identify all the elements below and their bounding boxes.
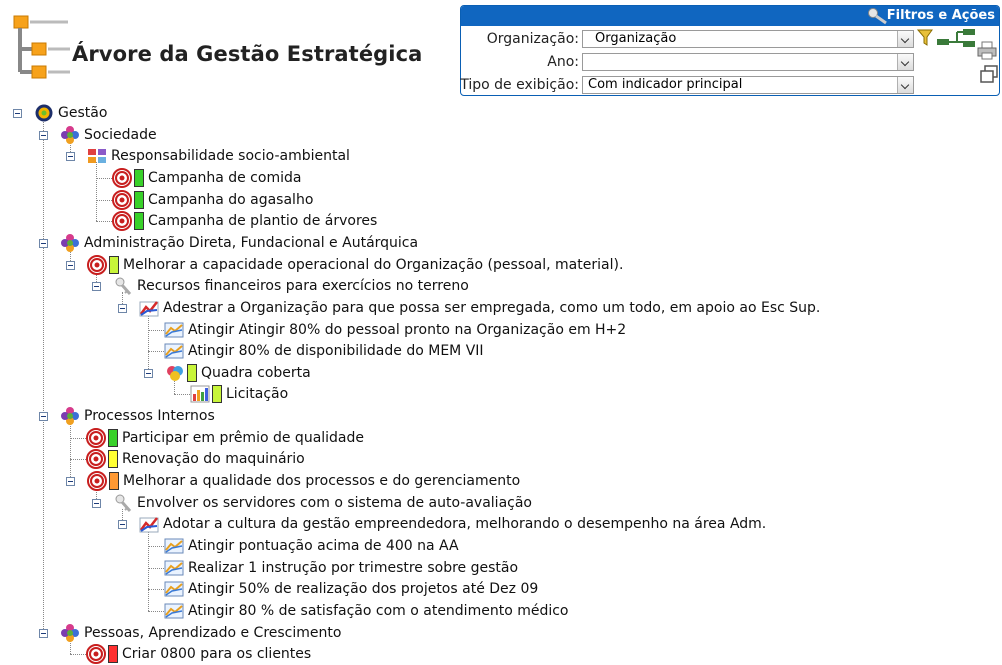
collapse-toggle[interactable] bbox=[66, 260, 75, 270]
tree-node-label[interactable]: Responsabilidade socio-ambiental bbox=[111, 148, 350, 164]
tree-node-label[interactable]: Atingir pontuação acima de 400 na AA bbox=[188, 538, 459, 554]
status-indicator bbox=[134, 168, 144, 187]
tree-connector bbox=[70, 459, 86, 461]
tree-guide-line bbox=[43, 119, 44, 633]
tree-node-label[interactable]: Quadra coberta bbox=[201, 365, 311, 381]
indicator-icon[interactable] bbox=[164, 601, 184, 621]
project-icon[interactable] bbox=[165, 363, 185, 383]
tree-connector bbox=[148, 610, 164, 612]
tree-node-label[interactable]: Campanha de comida bbox=[148, 170, 301, 186]
status-indicator bbox=[108, 645, 118, 664]
tree-connector bbox=[96, 177, 112, 179]
tree-node-label[interactable]: Adotar a cultura da gestão empreendedora… bbox=[163, 516, 766, 532]
indicator-icon[interactable] bbox=[164, 558, 184, 578]
tree-node-label[interactable]: Envolver os servidores com o sistema de … bbox=[137, 495, 532, 511]
indicator-icon[interactable] bbox=[164, 579, 184, 599]
target-icon[interactable] bbox=[86, 427, 106, 448]
tree-node-label[interactable]: Atingir 50% de realização dos projetos a… bbox=[188, 581, 538, 597]
tree-connector bbox=[148, 329, 164, 331]
tree-connector bbox=[96, 199, 112, 201]
tree-node-label[interactable]: Licitação bbox=[226, 386, 288, 402]
perspective-icon[interactable] bbox=[60, 125, 80, 145]
tree-guide-line bbox=[96, 162, 97, 222]
target-icon[interactable] bbox=[112, 167, 132, 188]
tree-node-label[interactable]: Realizar 1 instrução por trimestre sobre… bbox=[188, 560, 518, 576]
collapse-toggle[interactable] bbox=[66, 152, 75, 162]
status-indicator bbox=[109, 472, 119, 491]
tree-node-label[interactable]: Atingir 80% de disponibilidade do MEM VI… bbox=[188, 343, 484, 359]
status-indicator bbox=[134, 190, 144, 209]
status-indicator bbox=[108, 450, 118, 469]
target-icon[interactable] bbox=[112, 189, 132, 210]
tree-guide-line bbox=[148, 530, 149, 611]
tree-node-label[interactable]: Recursos financeiros para exercícios no … bbox=[137, 278, 469, 294]
indicator-icon[interactable] bbox=[164, 341, 184, 361]
indicator-icon[interactable] bbox=[164, 320, 184, 340]
status-indicator bbox=[187, 363, 197, 382]
collapse-toggle[interactable] bbox=[118, 520, 127, 530]
tree-node-label[interactable]: Campanha de plantio de árvores bbox=[148, 213, 377, 229]
collapse-toggle[interactable] bbox=[144, 368, 153, 378]
tree-connector bbox=[70, 437, 86, 439]
tree-connector bbox=[148, 351, 164, 353]
target-icon[interactable] bbox=[87, 254, 107, 275]
status-indicator bbox=[212, 385, 222, 404]
tree-connector bbox=[148, 589, 164, 591]
tree-guide-line bbox=[70, 422, 71, 482]
tree-node-label[interactable]: Atingir Atingir 80% do pessoal pronto na… bbox=[188, 322, 626, 338]
collapse-toggle[interactable] bbox=[13, 109, 22, 118]
tree-connector bbox=[96, 221, 112, 223]
gestao-icon[interactable] bbox=[34, 103, 54, 123]
collapse-toggle[interactable] bbox=[92, 498, 101, 508]
tree-node-label[interactable]: Campanha do agasalho bbox=[148, 192, 313, 208]
tree-node-label[interactable]: Administração Direta, Fundacional e Autá… bbox=[84, 235, 418, 251]
tree-node-label[interactable]: Adestrar a Organização para que possa se… bbox=[163, 300, 820, 316]
tree-node-label[interactable]: Melhorar a qualidade dos processos e do … bbox=[123, 473, 520, 489]
key-icon[interactable] bbox=[113, 276, 133, 296]
tree-connector bbox=[148, 567, 164, 569]
tree-connector bbox=[174, 394, 190, 396]
collapse-toggle[interactable] bbox=[39, 130, 48, 140]
tree-connector bbox=[148, 546, 164, 547]
tree-node-label[interactable]: Participar em prêmio de qualidade bbox=[122, 430, 364, 446]
collapse-toggle[interactable] bbox=[118, 303, 127, 313]
strategy-tree: Gestão Sociedade Responsabilidade socio-am… bbox=[0, 0, 1002, 665]
tree-node-label[interactable]: Renovação do maquinário bbox=[122, 451, 305, 467]
collapse-toggle[interactable] bbox=[39, 412, 48, 422]
trend-chart-icon[interactable] bbox=[139, 298, 159, 318]
theme-icon[interactable] bbox=[87, 146, 107, 166]
target-icon[interactable] bbox=[86, 449, 106, 470]
trend-chart-icon[interactable] bbox=[139, 514, 159, 534]
collapse-toggle[interactable] bbox=[39, 238, 48, 248]
target-icon[interactable] bbox=[87, 471, 107, 492]
tree-node-label[interactable]: Atingir 80 % de satisfação com o atendim… bbox=[188, 603, 569, 619]
status-indicator bbox=[108, 428, 118, 447]
tree-connector bbox=[70, 654, 86, 656]
perspective-icon[interactable] bbox=[60, 406, 80, 426]
collapse-toggle[interactable] bbox=[39, 628, 48, 638]
tree-guide-line bbox=[148, 313, 149, 373]
bar-chart-icon[interactable] bbox=[190, 384, 210, 404]
tree-node-label[interactable]: Pessoas, Aprendizado e Crescimento bbox=[84, 625, 341, 641]
collapse-toggle[interactable] bbox=[66, 477, 75, 487]
collapse-toggle[interactable] bbox=[92, 282, 101, 292]
target-icon[interactable] bbox=[112, 211, 132, 232]
tree-node-label[interactable]: Sociedade bbox=[84, 127, 157, 143]
tree-node-label[interactable]: Criar 0800 para os clientes bbox=[122, 646, 311, 662]
key-icon[interactable] bbox=[113, 493, 133, 513]
tree-node-label[interactable]: Gestão bbox=[58, 105, 107, 121]
status-indicator bbox=[109, 255, 119, 274]
tree-node-label[interactable]: Processos Internos bbox=[84, 408, 215, 424]
status-indicator bbox=[134, 212, 144, 231]
tree-node-label[interactable]: Melhorar a capacidade operacional do Org… bbox=[123, 257, 623, 273]
target-icon[interactable] bbox=[86, 644, 106, 665]
perspective-icon[interactable] bbox=[60, 233, 80, 253]
indicator-icon[interactable] bbox=[164, 536, 184, 556]
perspective-icon[interactable] bbox=[60, 623, 80, 643]
